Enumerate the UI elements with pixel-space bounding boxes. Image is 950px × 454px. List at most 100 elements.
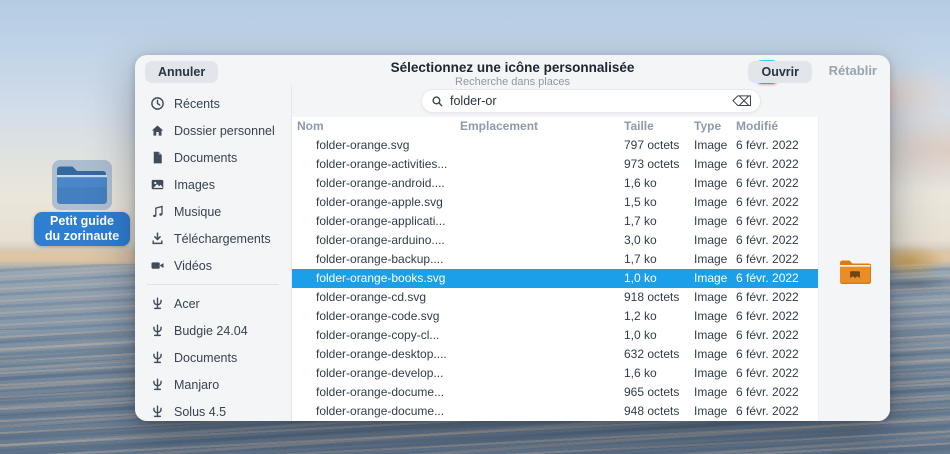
sidebar-item-vid-os[interactable]: Vidéos (135, 252, 291, 279)
clear-search-icon[interactable]: ⌫ (732, 94, 752, 108)
sidebar-item-solus-4-5[interactable]: Solus 4.5 (135, 398, 291, 421)
sidebar-item-label: Récents (174, 97, 220, 111)
file-modified: 6 févr. 2022 (736, 250, 818, 269)
recent-icon (149, 96, 165, 112)
sidebar-item-documents[interactable]: Documents (135, 144, 291, 171)
download-icon (149, 231, 165, 247)
file-name: folder-orange-books.svg (292, 269, 460, 288)
restore-button[interactable]: Rétablir (829, 63, 877, 78)
sidebar-item-label: Solus 4.5 (174, 405, 226, 419)
file-modified: 6 févr. 2022 (736, 212, 818, 231)
sidebar-item-t-l-chargements[interactable]: Téléchargements (135, 225, 291, 252)
sidebar-separator (147, 284, 279, 285)
table-header: Nom Emplacement Taille Type Modifié (292, 117, 818, 136)
preview-pane (818, 117, 890, 421)
file-modified: 6 févr. 2022 (736, 364, 818, 383)
file-modified: 6 févr. 2022 (736, 174, 818, 193)
file-modified: 6 févr. 2022 (736, 326, 818, 345)
sidebar-item-budgie-24-04[interactable]: Budgie 24.04 (135, 317, 291, 344)
table-row[interactable]: folder-orange-code.svg 1,2 koImage6 févr.… (292, 307, 818, 326)
table-row[interactable]: folder-orange-docume...965 octetsImage6 … (292, 383, 818, 402)
file-type: Image (694, 174, 736, 193)
file-name: folder-orange-backup.... (292, 250, 460, 269)
cancel-button[interactable]: Annuler (145, 61, 218, 83)
file-name: folder-orange-activities... (292, 155, 460, 174)
column-header-name[interactable]: Nom (292, 117, 460, 136)
sidebar-item-label: Manjaro (174, 378, 219, 392)
file-type: Image (694, 193, 736, 212)
search-input-wrap: ⌫ (421, 89, 761, 113)
table-row[interactable]: folder-orange-applicati... 1,7 koImage6 f… (292, 212, 818, 231)
column-header-modified[interactable]: Modifié (736, 117, 818, 136)
image-icon (149, 177, 165, 193)
search-bar-row: ⌫ (292, 85, 890, 117)
file-type: Image (694, 212, 736, 231)
table-row[interactable]: folder-orange-copy-cl...1,0 koImage6 fév… (292, 326, 818, 345)
file-modified: 6 févr. 2022 (736, 136, 818, 155)
file-size: 1,0 ko (624, 269, 694, 288)
sidebar-item-label: Vidéos (174, 259, 212, 273)
table-row[interactable]: folder-orange-backup....1,7 koImage6 fév… (292, 250, 818, 269)
table-row[interactable]: folder-orange-desktop....632 octetsImage… (292, 345, 818, 364)
file-type: Image (694, 288, 736, 307)
file-name: folder-orange-code.svg (292, 307, 460, 326)
file-modified: 6 févr. 2022 (736, 402, 818, 421)
file-name: folder-orange-applicati... (292, 212, 460, 231)
sidebar-item-musique[interactable]: Musique (135, 198, 291, 225)
file-name: folder-orange-android.... (292, 174, 460, 193)
file-size: 1,2 ko (624, 307, 694, 326)
table-row[interactable]: folder-orange-docume...948 octetsImage6 … (292, 402, 818, 421)
drive-icon (149, 350, 165, 366)
sidebar: RécentsDossier personnelDocumentsImagesM… (135, 85, 292, 421)
sidebar-item-label: Musique (174, 205, 221, 219)
file-size: 1,6 ko (624, 174, 694, 193)
sidebar-item-manjaro[interactable]: Manjaro (135, 371, 291, 398)
file-size: 1,7 ko (624, 212, 694, 231)
sidebar-item-documents[interactable]: Documents (135, 344, 291, 371)
file-type: Image (694, 231, 736, 250)
content-pane: ⌫ Nom Emplacement Taille Type Modifié fo… (292, 85, 890, 421)
sidebar-item-acer[interactable]: Acer (135, 290, 291, 317)
file-modified: 6 févr. 2022 (736, 155, 818, 174)
sidebar-item-images[interactable]: Images (135, 171, 291, 198)
table-row[interactable]: folder-orange-books.svg1,0 koImage6 févr… (292, 269, 818, 288)
file-type: Image (694, 136, 736, 155)
open-button[interactable]: Ouvrir (748, 61, 812, 83)
sidebar-item-label: Acer (174, 297, 200, 311)
file-name: folder-orange-docume... (292, 402, 460, 421)
desktop-icon-petit-guide[interactable]: Petit guide du zorinaute (34, 160, 130, 246)
table-row[interactable]: folder-orange-cd.svg918 octetsImage6 fév… (292, 288, 818, 307)
video-icon (149, 258, 165, 274)
file-type: Image (694, 402, 736, 421)
table-row[interactable]: folder-orange.svg797 octetsImage6 févr. … (292, 136, 818, 155)
file-name: folder-orange-docume... (292, 383, 460, 402)
table-row[interactable]: folder-orange-android.... 1,6 koImage6 fé… (292, 174, 818, 193)
sidebar-item-label: Téléchargements (174, 232, 271, 246)
drive-icon (149, 323, 165, 339)
file-name: folder-orange-copy-cl... (292, 326, 460, 345)
sidebar-item-label: Images (174, 178, 215, 192)
file-name: folder-orange-desktop.... (292, 345, 460, 364)
file-size: 1,5 ko (624, 193, 694, 212)
drive-icon (149, 404, 165, 420)
file-modified: 6 févr. 2022 (736, 307, 818, 326)
table-row[interactable]: folder-orange-apple.svg1,5 koImage6 févr… (292, 193, 818, 212)
drive-icon (149, 296, 165, 312)
sidebar-item-r-cents[interactable]: Récents (135, 90, 291, 117)
file-size: 1,7 ko (624, 250, 694, 269)
table-row[interactable]: folder-orange-develop...1,6 koImage6 fév… (292, 364, 818, 383)
file-size: 3,0 ko (624, 231, 694, 250)
table-row[interactable]: folder-orange-activities...973 octetsIma… (292, 155, 818, 174)
sidebar-places: Récents Dossier personnelDocuments Images M… (135, 90, 291, 279)
file-type: Image (694, 383, 736, 402)
file-modified: 6 févr. 2022 (736, 383, 818, 402)
table-row[interactable]: folder-orange-arduino....3,0 koImage6 fé… (292, 231, 818, 250)
dialog-header: Annuler Sélectionnez une icône personnal… (135, 55, 890, 85)
search-input[interactable] (450, 94, 732, 108)
file-type: Image (694, 307, 736, 326)
column-header-type[interactable]: Type (694, 117, 736, 136)
file-size: 1,0 ko (624, 326, 694, 345)
sidebar-item-dossier-personnel[interactable]: Dossier personnel (135, 117, 291, 144)
column-header-location[interactable]: Emplacement (460, 117, 624, 136)
column-header-size[interactable]: Taille (624, 117, 694, 136)
